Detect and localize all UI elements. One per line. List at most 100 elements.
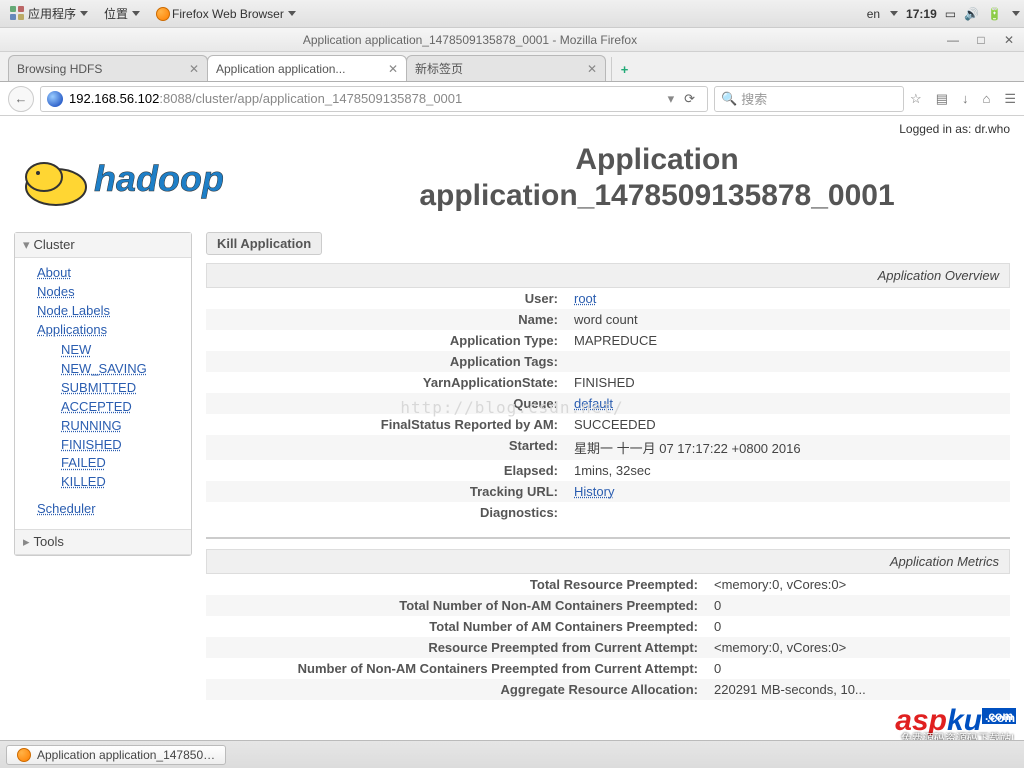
- metrics-table: Total Resource Preempted:<memory:0, vCor…: [206, 574, 1010, 700]
- chevron-down-icon: [890, 11, 898, 16]
- metrics-r4-val: <memory:0, vCores:0>: [706, 637, 1010, 658]
- sidebar-head-tools[interactable]: ▸Tools: [15, 529, 191, 555]
- overview-queue-link[interactable]: default: [574, 396, 613, 411]
- chevron-down-icon: [80, 11, 88, 16]
- section-head-overview: Application Overview: [206, 263, 1010, 288]
- sidebar-link-new[interactable]: NEW: [61, 341, 191, 360]
- taskbar-label: Application application_147850…: [37, 748, 215, 762]
- metrics-r2-val: 0: [706, 595, 1010, 616]
- gnome-top-bar: 应用程序 位置 Firefox Web Browser en 17:19 ▭ 🔊…: [0, 0, 1024, 28]
- tab-browsing-hdfs[interactable]: Browsing HDFS ✕: [8, 55, 208, 81]
- bottom-taskbar: Application application_147850…: [0, 740, 1024, 768]
- chevron-down-icon: [288, 11, 296, 16]
- overview-final-val: SUCCEEDED: [566, 414, 1010, 435]
- reload-button[interactable]: ⟳: [678, 91, 701, 107]
- maximize-button[interactable]: □: [974, 33, 988, 47]
- hadoop-logo[interactable]: hadoop: [14, 147, 304, 209]
- sidebar-link-accepted[interactable]: ACCEPTED: [61, 398, 191, 417]
- section-head-metrics: Application Metrics: [206, 549, 1010, 574]
- page-title-line1: Application: [304, 142, 1010, 178]
- overview-diag-key: Diagnostics:: [206, 502, 566, 523]
- sidebar-link-submitted[interactable]: SUBMITTED: [61, 379, 191, 398]
- page-title-line2: application_1478509135878_0001: [304, 178, 1010, 214]
- sidebar: ▾Cluster About Nodes Node Labels Applica…: [14, 232, 192, 556]
- svg-text:hadoop: hadoop: [94, 158, 224, 199]
- overview-user-key: User:: [206, 288, 566, 309]
- sidebar-link-new-saving[interactable]: NEW_SAVING: [61, 360, 191, 379]
- taskbar-app-button[interactable]: Application application_147850…: [6, 745, 226, 765]
- close-icon[interactable]: ✕: [382, 62, 398, 76]
- metrics-r1-key: Total Resource Preempted:: [206, 574, 706, 595]
- metrics-r6-key: Aggregate Resource Allocation:: [206, 679, 706, 700]
- sidebar-link-applications[interactable]: Applications: [37, 321, 191, 340]
- new-tab-button[interactable]: +: [611, 57, 637, 81]
- sidebar-link-failed[interactable]: FAILED: [61, 454, 191, 473]
- overview-tags-val: [566, 351, 1010, 372]
- clock[interactable]: 17:19: [906, 7, 937, 21]
- overview-type-key: Application Type:: [206, 330, 566, 351]
- firefox-icon: [17, 748, 31, 762]
- bookmarks-icon[interactable]: ▤: [936, 91, 948, 107]
- kill-application-button[interactable]: Kill Application: [206, 232, 322, 255]
- tab-strip: Browsing HDFS ✕ Application application.…: [0, 52, 1024, 82]
- apps-icon: [10, 6, 26, 22]
- url-input[interactable]: 192.168.56.102:8088/cluster/app/applicat…: [40, 86, 708, 112]
- home-icon[interactable]: ⌂: [982, 91, 990, 107]
- close-button[interactable]: ✕: [1002, 33, 1016, 47]
- sidebar-link-node-labels[interactable]: Node Labels: [37, 302, 191, 321]
- page-content: Logged in as: dr.who hadoop Application …: [0, 116, 1024, 738]
- caret-right-icon: ▸: [23, 534, 30, 549]
- overview-final-key: FinalStatus Reported by AM:: [206, 414, 566, 435]
- sidebar-link-finished[interactable]: FINISHED: [61, 436, 191, 455]
- overview-elapsed-key: Elapsed:: [206, 460, 566, 481]
- tab-label: Application application...: [216, 62, 345, 76]
- downloads-icon[interactable]: ↓: [962, 91, 969, 107]
- close-icon[interactable]: ✕: [581, 62, 597, 76]
- overview-tags-key: Application Tags:: [206, 351, 566, 372]
- sidebar-link-about[interactable]: About: [37, 264, 191, 283]
- metrics-r2-key: Total Number of Non-AM Containers Preemp…: [206, 595, 706, 616]
- section-separator: [206, 537, 1010, 539]
- overview-state-key: YarnApplicationState:: [206, 372, 566, 393]
- battery-icon[interactable]: 🔋: [987, 7, 1002, 21]
- sidebar-link-running[interactable]: RUNNING: [61, 417, 191, 436]
- overview-started-val: 星期一 十一月 07 17:17:22 +0800 2016: [566, 435, 1010, 460]
- tab-label: 新标签页: [415, 60, 463, 77]
- screen-icon[interactable]: ▭: [945, 7, 956, 21]
- url-path: :8088/cluster/app/application_1478509135…: [159, 91, 462, 106]
- minimize-button[interactable]: —: [946, 33, 960, 47]
- volume-icon[interactable]: 🔊: [964, 7, 979, 21]
- sidebar-link-nodes[interactable]: Nodes: [37, 283, 191, 302]
- chevron-down-icon: [1012, 11, 1020, 16]
- sidebar-link-scheduler[interactable]: Scheduler: [37, 500, 191, 519]
- window-title: Application application_1478509135878_00…: [8, 33, 932, 47]
- sidebar-head-cluster[interactable]: ▾Cluster: [15, 233, 191, 258]
- metrics-r5-key: Number of Non-AM Containers Preempted fr…: [206, 658, 706, 679]
- lang-indicator[interactable]: en: [867, 7, 880, 21]
- overview-name-val: word count: [566, 309, 1010, 330]
- toolbar: ← 192.168.56.102:8088/cluster/app/applic…: [0, 82, 1024, 116]
- metrics-r6-val: 220291 MB-seconds, 10...: [706, 679, 1010, 700]
- metrics-r1-val: <memory:0, vCores:0>: [706, 574, 1010, 595]
- tab-new[interactable]: 新标签页 ✕: [406, 55, 606, 81]
- bookmark-star-icon[interactable]: ☆: [910, 91, 922, 107]
- metrics-r5-val: 0: [706, 658, 1010, 679]
- active-app-menu[interactable]: Firefox Web Browser: [150, 5, 302, 23]
- dropdown-icon[interactable]: ▾: [664, 91, 679, 107]
- active-app-label: Firefox Web Browser: [172, 7, 284, 21]
- back-button[interactable]: ←: [8, 86, 34, 112]
- search-input[interactable]: 🔍 搜索: [714, 86, 904, 112]
- close-icon[interactable]: ✕: [183, 62, 199, 76]
- tab-application[interactable]: Application application... ✕: [207, 55, 407, 81]
- places-label: 位置: [104, 5, 128, 22]
- apps-menu[interactable]: 应用程序: [4, 3, 94, 24]
- url-host: 192.168.56.102: [69, 91, 159, 106]
- places-menu[interactable]: 位置: [98, 3, 146, 24]
- overview-track-link[interactable]: History: [574, 484, 614, 499]
- overview-name-key: Name:: [206, 309, 566, 330]
- sidebar-link-killed[interactable]: KILLED: [61, 473, 191, 492]
- metrics-r3-key: Total Number of AM Containers Preempted:: [206, 616, 706, 637]
- menu-icon[interactable]: ☰: [1004, 91, 1016, 107]
- overview-user-link[interactable]: root: [574, 291, 596, 306]
- caret-down-icon: ▾: [23, 237, 30, 252]
